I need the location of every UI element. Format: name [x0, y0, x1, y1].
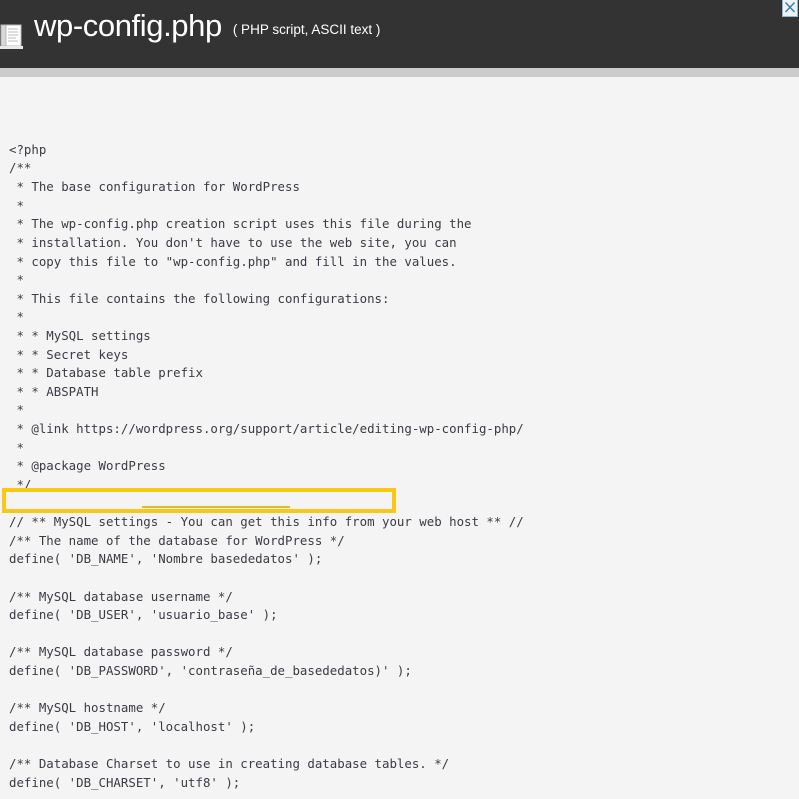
code-line: *	[9, 272, 24, 288]
code-line: /** MySQL hostname */	[9, 700, 166, 716]
code-line: * * MySQL settings	[9, 327, 151, 343]
code-line: /** The name of the database for WordPre…	[9, 532, 345, 548]
code-line: * installation. You don't have to use th…	[9, 234, 457, 250]
code-line: define( 'DB_PASSWORD', 'contraseña_de_ba…	[9, 662, 412, 678]
code-line: /** MySQL database username */	[9, 588, 233, 604]
code-line: // ** MySQL settings - You can get this …	[9, 514, 524, 530]
code-line: * The base configuration for WordPress	[9, 179, 300, 195]
code-line: /** Database Charset to use in creating …	[9, 755, 450, 771]
code-line: * * Secret keys	[9, 346, 129, 362]
code-line: *	[9, 439, 24, 455]
code-line: */	[9, 476, 32, 492]
file-header-bar: wp-config.php ( PHP script, ASCII text )	[0, 0, 799, 68]
code-line: * copy this file to "wp-config.php" and …	[9, 253, 457, 269]
code-line: * @package WordPress	[9, 458, 166, 474]
code-line: /**	[9, 160, 32, 176]
code-line: * This file contains the following confi…	[9, 290, 390, 306]
close-icon[interactable]	[782, 0, 798, 17]
file-type-description: ( PHP script, ASCII text )	[232, 22, 381, 37]
code-line: * The wp-config.php creation script uses…	[9, 216, 472, 232]
header-divider	[0, 68, 799, 77]
code-line: *	[9, 309, 24, 325]
code-listing: <?php /** * The base configuration for Wo…	[0, 77, 799, 799]
code-line: * * Database table prefix	[9, 365, 203, 381]
document-file-icon	[0, 24, 24, 50]
code-line: <?php	[9, 141, 47, 157]
code-line: define( 'DB_NAME', 'Nombre basededatos' …	[9, 551, 323, 567]
code-line: /** MySQL database password */	[9, 644, 233, 660]
code-line: *	[9, 197, 24, 213]
code-line: * @link https://wordpress.org/support/ar…	[9, 421, 524, 437]
header-content: wp-config.php ( PHP script, ASCII text )	[0, 0, 799, 68]
code-line: * * ABSPATH	[9, 383, 99, 399]
file-content-viewer[interactable]: <?php /** * The base configuration for Wo…	[0, 77, 799, 799]
code-line: define( 'DB_CHARSET', 'utf8' );	[9, 774, 241, 790]
code-line: define( 'DB_HOST', 'localhost' );	[9, 718, 256, 734]
code-line: define( 'DB_USER', 'usuario_base' );	[9, 607, 278, 623]
code-line: *	[9, 402, 24, 418]
page-title: wp-config.php	[34, 8, 222, 43]
